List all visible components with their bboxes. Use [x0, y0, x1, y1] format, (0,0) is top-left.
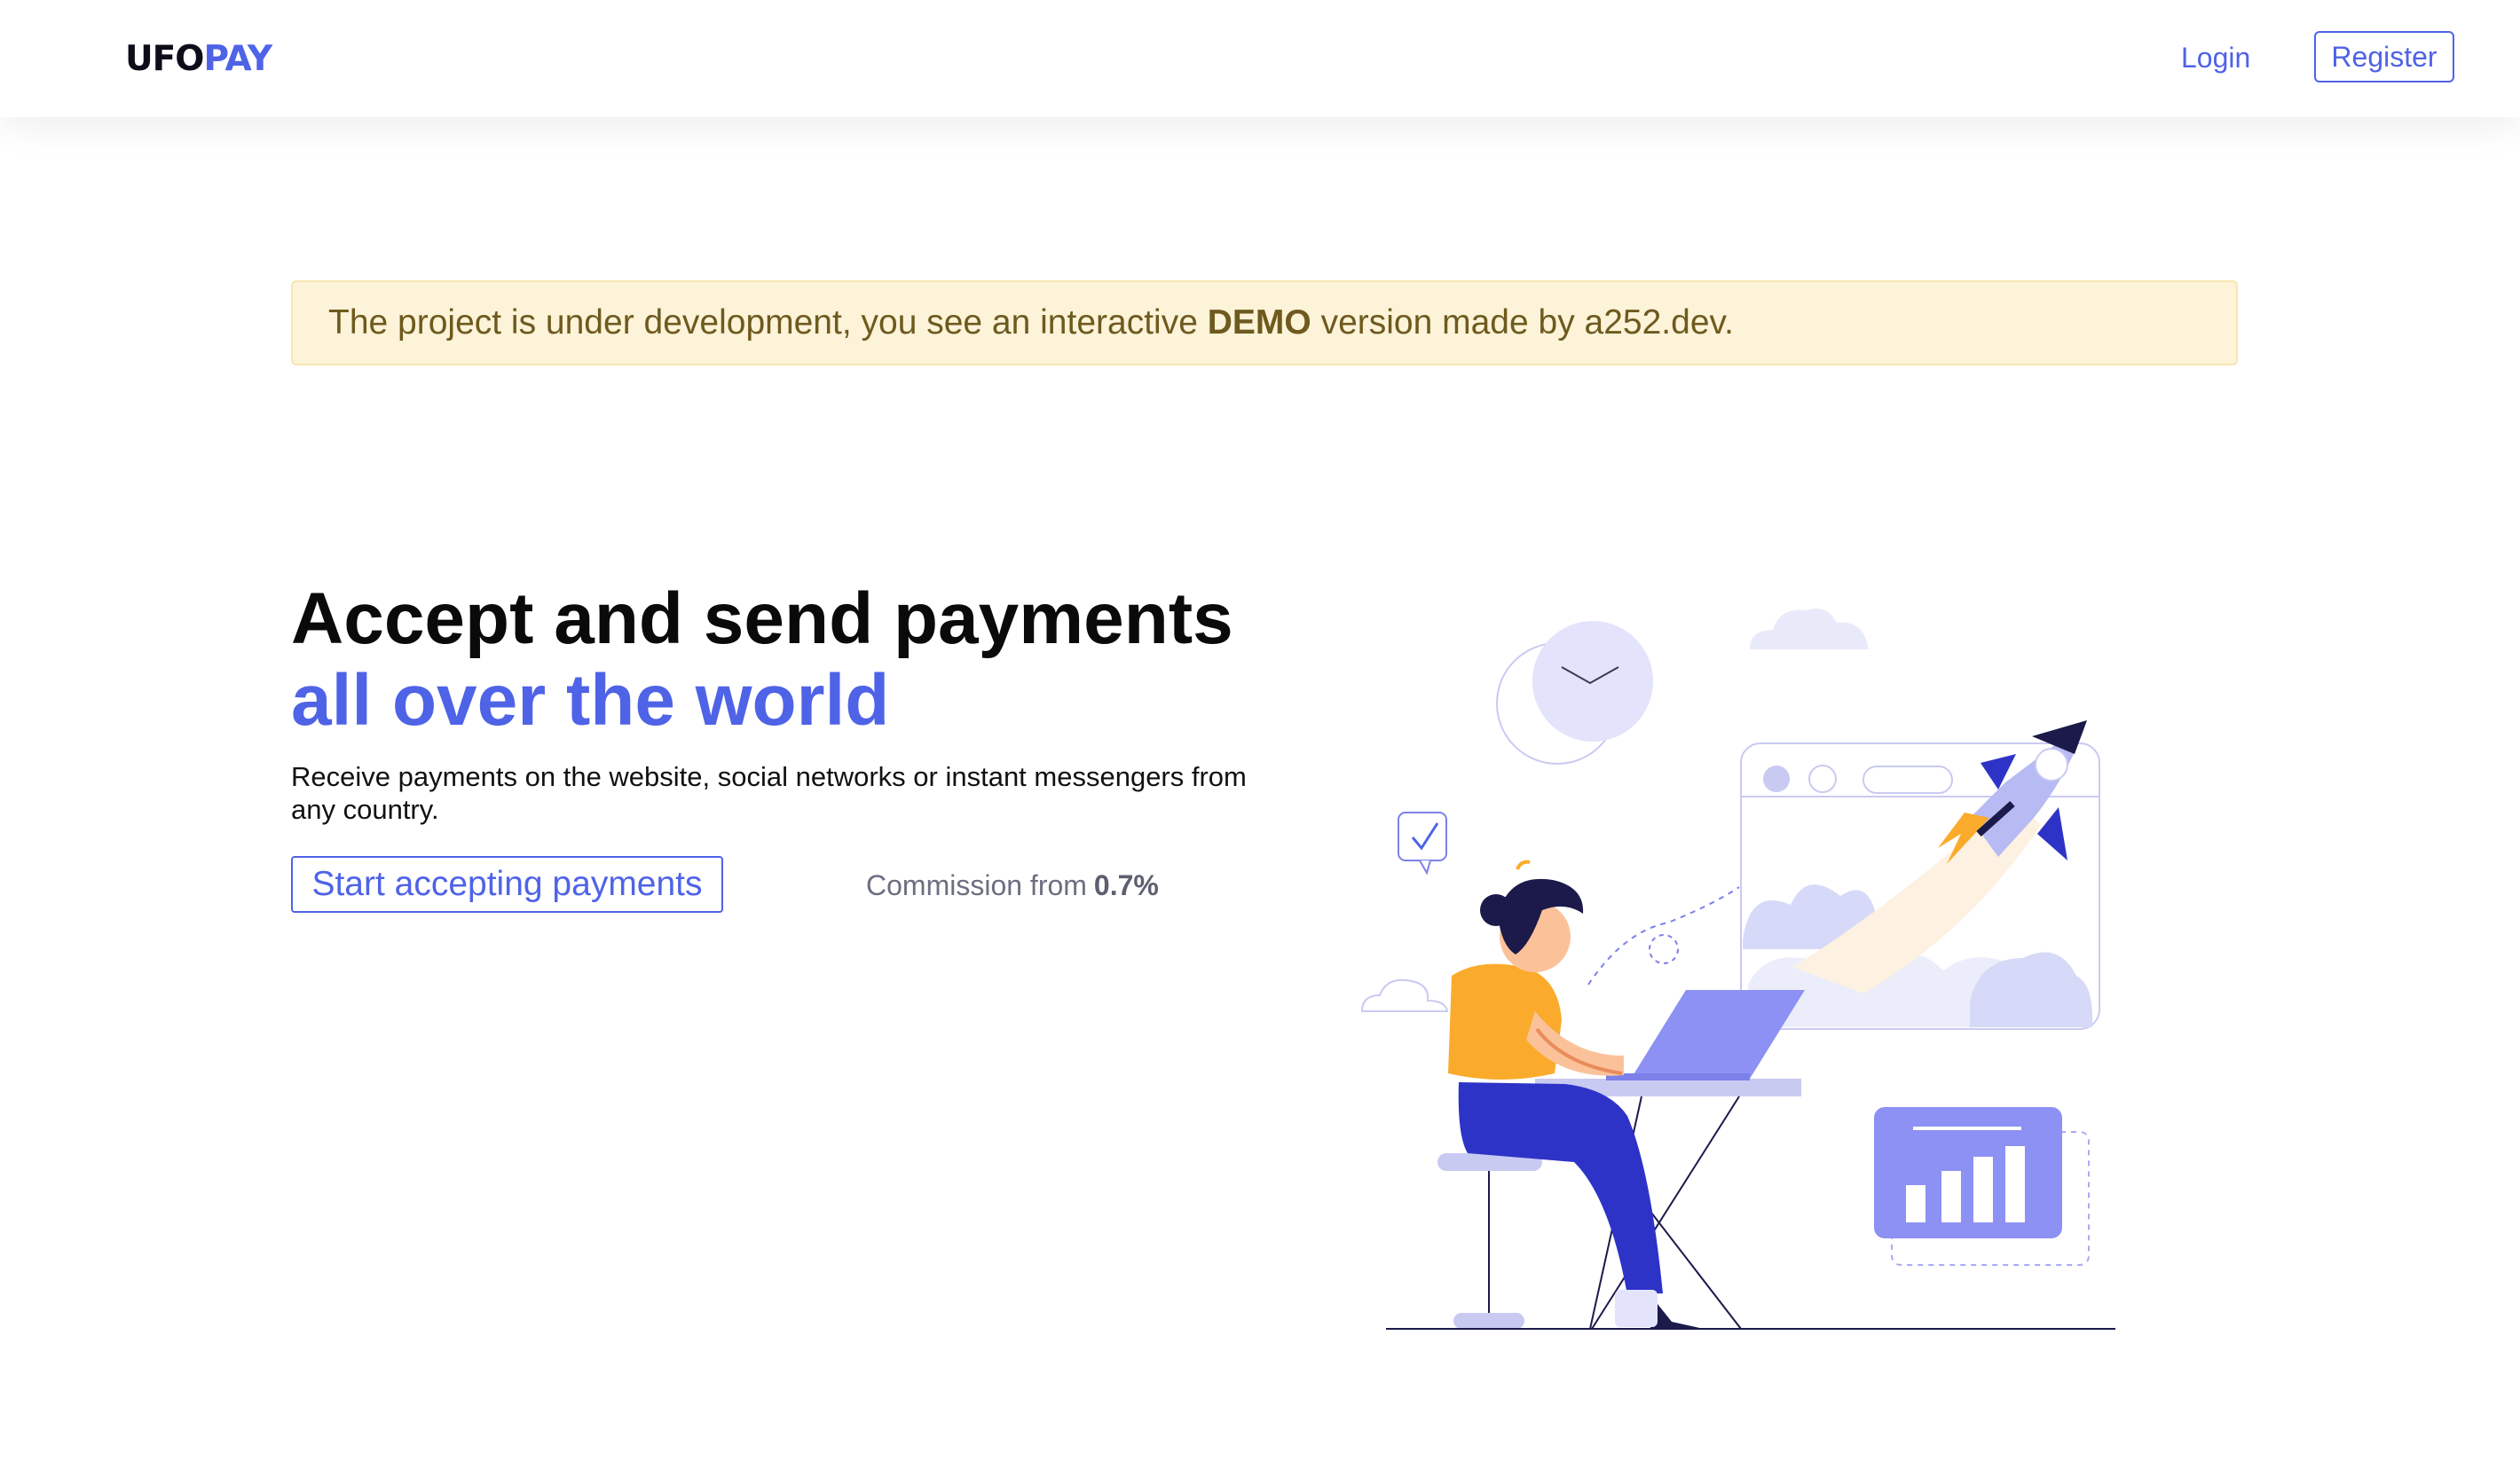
login-link[interactable]: Login	[2181, 35, 2250, 80]
check-bubble-icon	[1398, 812, 1447, 876]
register-button[interactable]: Register	[2314, 31, 2454, 82]
stool-icon	[1437, 1153, 1542, 1329]
top-navbar: UFO PAY Login Register	[0, 0, 2520, 117]
clock-icon	[1496, 621, 1653, 765]
commission-info: Commission from 0.7%	[866, 866, 1159, 905]
demo-notice-banner: The project is under development, you se…	[291, 280, 2238, 365]
hero-subtitle: Receive payments on the website, social …	[291, 761, 1247, 825]
hero-title-line1: Accept and send payments	[291, 578, 1233, 659]
ufopay-logo[interactable]: UFO PAY	[125, 34, 272, 83]
notice-text-after: version made by a252.dev.	[1311, 303, 1734, 342]
notice-text-before: The project is under development, you se…	[328, 303, 1208, 342]
commission-value: 0.7%	[1093, 868, 1159, 901]
notice-demo-bold: DEMO	[1207, 303, 1311, 342]
hero-title-line2: all over the world	[291, 660, 890, 741]
logo-pay-text: PAY	[203, 38, 272, 79]
hero-illustration	[1360, 608, 2115, 1330]
analytics-card-icon	[1874, 1107, 2090, 1266]
notice-text: The project is under development, you se…	[328, 303, 1734, 342]
logo-ufo-text: UFO	[125, 38, 204, 79]
cloud-icon	[1750, 608, 1869, 649]
commission-label: Commission from	[866, 868, 1087, 901]
laptop-icon	[1606, 990, 1805, 1080]
small-cloud-icon	[1360, 978, 1449, 1012]
start-accepting-payments-button[interactable]: Start accepting payments	[291, 856, 723, 913]
hero-title: Accept and send payments all over the wo…	[291, 578, 1338, 742]
